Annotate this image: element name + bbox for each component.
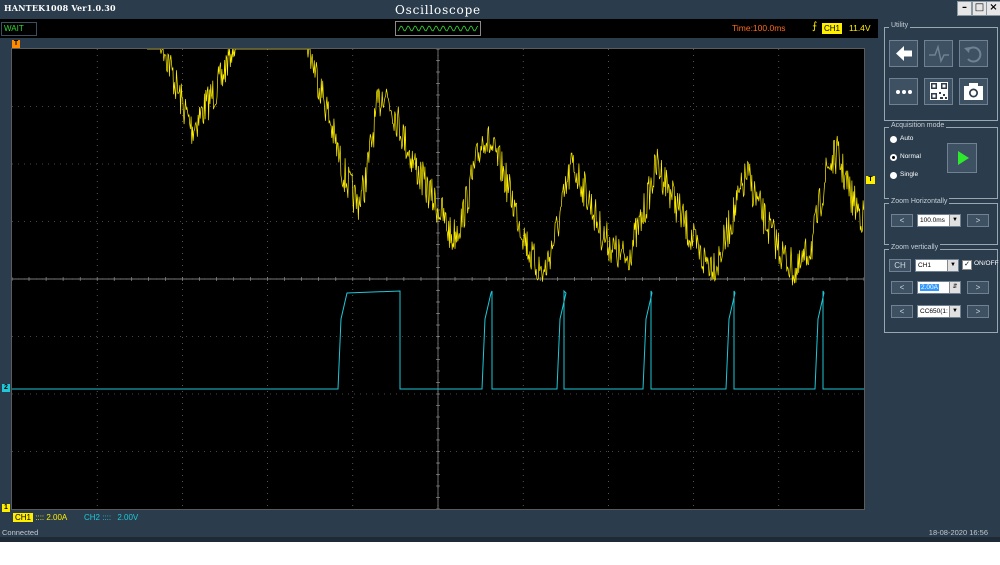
window-title: Oscilloscope — [395, 3, 481, 17]
probe-increase-button[interactable]: > — [967, 305, 989, 318]
ch1-scale-info[interactable]: CH1 :::: 2.00A — [13, 512, 67, 523]
camera-icon — [964, 83, 983, 100]
close-button[interactable]: × — [986, 1, 1000, 16]
undo-icon — [964, 46, 982, 63]
timebase-select[interactable]: 100.0ms ▼ — [917, 214, 961, 227]
trigger-position-marker[interactable]: T — [12, 40, 20, 48]
more-icon — [896, 90, 912, 94]
timebase-readout: Time:100.0ms — [732, 23, 786, 33]
ch1-trace — [147, 49, 864, 286]
dropdown-arrow-icon: ▼ — [949, 215, 960, 226]
acquisition-title: Acquisition mode — [889, 122, 947, 129]
qr-code-button[interactable] — [924, 78, 953, 105]
utility-group: Utility — [884, 22, 998, 121]
timebase-decrease-button[interactable]: < — [891, 214, 913, 227]
run-button[interactable] — [947, 143, 977, 173]
utility-title: Utility — [889, 22, 911, 29]
maximize-button[interactable]: □ — [972, 1, 987, 16]
ch1-tag: CH1 — [13, 513, 34, 522]
connection-status: Connected — [2, 528, 39, 537]
undo-button[interactable] — [959, 40, 988, 67]
probe-decrease-button[interactable]: < — [891, 305, 913, 318]
date-time: 18-08-2020 16:56 — [928, 528, 988, 537]
acquisition-group: Acquisition mode Auto Normal Single — [884, 122, 998, 199]
auto-radio[interactable] — [890, 136, 897, 143]
scale-spinbox[interactable]: 2.00A ⇵ — [917, 281, 961, 294]
minimize-button[interactable]: – — [957, 1, 972, 16]
scope-display — [12, 49, 864, 509]
scale-increase-button[interactable]: > — [967, 281, 989, 294]
taskbar-strip — [0, 537, 1000, 542]
onoff-label: ON/OFF — [974, 260, 999, 267]
channel-select[interactable]: CH1 ▼ — [915, 259, 959, 272]
more-button[interactable] — [889, 78, 918, 105]
ch2-scale-value: 2.00V — [117, 513, 139, 522]
ch2-ground-marker[interactable]: 2 — [2, 384, 10, 392]
back-button[interactable] — [889, 40, 918, 67]
title-bar: HANTEK1008 Ver1.0.30 Oscilloscope – □ × — [0, 0, 1000, 19]
timebase-increase-button[interactable]: > — [967, 214, 989, 227]
scope-screen[interactable] — [11, 48, 865, 510]
ch2-label: CH2 :::: — [84, 513, 112, 522]
spin-arrows-icon: ⇵ — [949, 282, 960, 293]
qr-code-icon — [930, 82, 948, 100]
zoom-horizontal-title: Zoom Horizontally — [889, 198, 950, 205]
ch2-scale-info[interactable]: CH2 :::: 2.00V — [84, 512, 138, 523]
single-label: Single — [900, 171, 919, 178]
trigger-edge-icon: ⨍ — [812, 21, 818, 32]
screenshot-button[interactable] — [959, 78, 988, 105]
onoff-checkbox[interactable]: ✓ — [962, 260, 972, 270]
ch1-scale-value: :::: 2.00A — [35, 513, 68, 522]
auto-label: Auto — [900, 135, 914, 142]
ch-button[interactable]: CH — [889, 259, 911, 272]
dropdown-arrow-icon: ▼ — [947, 260, 958, 271]
trigger-level-marker[interactable]: T — [866, 176, 875, 184]
trigger-position-preview[interactable] — [395, 21, 481, 36]
back-arrow-icon — [896, 46, 912, 61]
normal-label: Normal — [900, 153, 921, 160]
single-radio[interactable] — [890, 172, 897, 179]
oscilloscope-window: HANTEK1008 Ver1.0.30 Oscilloscope – □ × … — [0, 0, 1000, 540]
scale-value: 2.00A — [920, 284, 939, 291]
acquisition-state: WAIT — [1, 22, 37, 36]
trigger-channel-badge: CH1 — [822, 23, 843, 34]
dropdown-arrow-icon: ▼ — [949, 306, 960, 317]
preview-waveform-icon — [397, 25, 479, 32]
measure-button[interactable] — [924, 40, 953, 67]
normal-radio[interactable] — [890, 154, 897, 161]
zoom-vertical-title: Zoom vertically — [889, 244, 941, 251]
grid — [12, 49, 864, 509]
play-icon — [958, 151, 969, 165]
probe-value: CC650(1: — [920, 308, 948, 315]
ch1-ground-marker[interactable]: 1 — [2, 504, 10, 512]
channel-value: CH1 — [918, 262, 932, 269]
zoom-horizontal-group: Zoom Horizontally < 100.0ms ▼ > — [884, 198, 998, 245]
scale-decrease-button[interactable]: < — [891, 281, 913, 294]
status-row: WAIT Time:100.0ms ⨍ CH1 11.4V — [0, 19, 878, 38]
control-panel: Utility Acquisition mode Auto Normal Sin… — [880, 19, 1000, 525]
probe-select[interactable]: CC650(1: ▼ — [917, 305, 961, 318]
waveform-icon — [929, 44, 949, 64]
zoom-vertical-group: Zoom vertically CH CH1 ▼ ✓ ON/OFF < 2.00… — [884, 244, 999, 333]
trigger-level-readout: 11.4V — [849, 23, 871, 33]
timebase-value: 100.0ms — [920, 217, 945, 224]
